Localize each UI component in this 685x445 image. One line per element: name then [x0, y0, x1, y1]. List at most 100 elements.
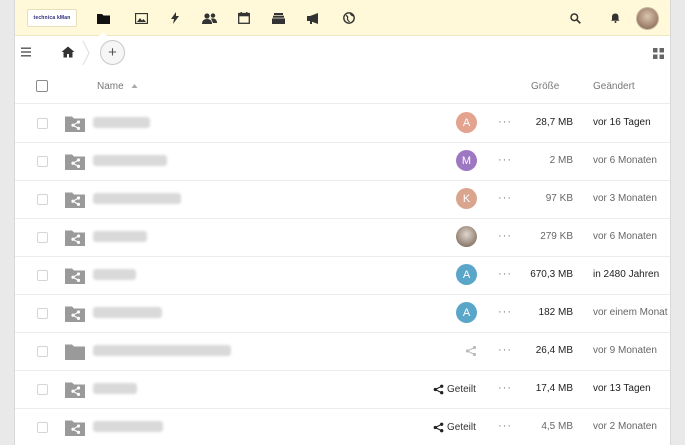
file-row[interactable]: Backend A ··· 670,3 MB in 2480 Jahren [15, 257, 670, 295]
shared-folder-icon [65, 382, 85, 398]
row-checkbox[interactable] [37, 422, 48, 433]
file-size: 97 KB [545, 193, 573, 204]
more-actions-button[interactable]: ··· [495, 305, 515, 319]
deck-icon[interactable] [269, 10, 287, 26]
file-name[interactable]: Briefe 2020 [93, 231, 148, 242]
folder-icon[interactable] [94, 10, 112, 36]
row-checkbox[interactable] [37, 232, 48, 243]
notifications-bell-icon[interactable] [606, 10, 624, 26]
file-name[interactable]: BWI 2020-05-30 [93, 155, 167, 166]
share-icon [433, 384, 444, 394]
row-checkbox[interactable] [37, 118, 48, 129]
home-icon[interactable] [61, 46, 75, 58]
share-owner-avatar[interactable] [456, 226, 477, 247]
contacts-icon[interactable] [200, 10, 218, 26]
row-checkbox[interactable] [37, 308, 48, 319]
search-icon[interactable] [566, 10, 584, 26]
more-actions-button[interactable]: ··· [495, 229, 515, 243]
file-modified: vor 3 Monaten [593, 193, 657, 204]
more-actions-button[interactable]: ··· [495, 153, 515, 167]
file-size: 28,7 MB [535, 117, 573, 128]
file-row[interactable]: Briefe 2020 ··· 279 KB vor 6 Monaten [15, 219, 670, 257]
file-name[interactable]: Kalender Intern [93, 421, 163, 432]
file-name[interactable]: Kalender [93, 383, 138, 394]
row-checkbox[interactable] [37, 156, 48, 167]
grid-view-icon[interactable] [653, 48, 664, 59]
calendar-icon[interactable] [235, 10, 253, 26]
sort-ascending-icon [131, 84, 138, 88]
files-window: technica kMan + Name Größe Geändert A ··… [14, 0, 671, 445]
user-avatar[interactable] [636, 7, 659, 30]
activity-icon[interactable] [166, 10, 184, 26]
column-name-label: Name [97, 81, 124, 92]
folder-icon [65, 344, 85, 360]
more-actions-button[interactable]: ··· [495, 381, 515, 395]
more-actions-button[interactable]: ··· [495, 267, 515, 281]
file-row[interactable]: Kalender Geteilt ··· 17,4 MB vor 13 Tagen [15, 371, 670, 409]
shared-folder-icon [65, 116, 85, 132]
shared-folder-icon [65, 268, 85, 284]
shared-label: Geteilt [447, 421, 476, 433]
file-name[interactable]: Backend Anhang Angebot Briefe [93, 345, 231, 356]
file-list-header: Name Größe Geändert [15, 69, 670, 104]
file-modified: vor 16 Tagen [593, 117, 651, 128]
file-name[interactable]: Backend Intern [93, 307, 162, 318]
file-size: 26,4 MB [535, 345, 573, 356]
file-row[interactable]: FL Urlaubsübersicht K ··· 97 KB vor 3 Monate… [15, 181, 670, 219]
select-all-checkbox[interactable] [36, 80, 48, 92]
column-size-header[interactable]: Größe [531, 69, 559, 104]
file-size: 2 MB [549, 155, 573, 166]
announcement-icon[interactable] [305, 10, 323, 26]
share-owner-avatar[interactable]: M [456, 150, 477, 171]
shared-folder-icon [65, 306, 85, 322]
file-row[interactable]: BWI 2020-05-30 M ··· 2 MB vor 6 Monaten [15, 143, 670, 181]
more-actions-button[interactable]: ··· [495, 191, 515, 205]
more-actions-button[interactable]: ··· [495, 419, 515, 433]
file-modified: vor 9 Monaten [593, 345, 657, 356]
share-owner-avatar[interactable]: K [456, 188, 477, 209]
shared-folder-icon [65, 192, 85, 208]
share-owner-avatar[interactable]: A [456, 302, 477, 323]
column-name-header[interactable]: Name [97, 69, 138, 104]
row-checkbox[interactable] [37, 194, 48, 205]
file-row[interactable]: AG_MIZ_17 A ··· 28,7 MB vor 16 Tagen [15, 105, 670, 143]
file-modified: in 2480 Jahren [593, 269, 660, 280]
more-actions-button[interactable]: ··· [495, 343, 515, 357]
share-owner-avatar[interactable]: A [456, 264, 477, 285]
file-size: 17,4 MB [535, 383, 573, 394]
shared-folder-icon [65, 154, 85, 170]
file-modified: vor 6 Monaten [593, 155, 657, 166]
share-icon[interactable] [465, 345, 477, 357]
breadcrumb-separator-icon [82, 40, 90, 66]
files-controls-bar: + [15, 37, 670, 69]
shared-label: Geteilt [447, 383, 476, 395]
top-header: technica kMan [15, 0, 670, 36]
new-button[interactable]: + [100, 40, 125, 65]
file-row[interactable]: Kalender Intern Geteilt ··· 4,5 MB vor 2 Mon… [15, 409, 670, 445]
shared-status-button[interactable]: Geteilt [433, 381, 476, 397]
file-modified: vor 2 Monaten [593, 421, 657, 432]
row-checkbox[interactable] [37, 384, 48, 395]
shared-folder-icon [65, 230, 85, 246]
shared-folder-icon [65, 420, 85, 436]
globe-icon[interactable] [340, 10, 358, 26]
file-size: 4,5 MB [541, 421, 573, 432]
file-row[interactable]: Backend Anhang Angebot Briefe ··· 26,4 MB v… [15, 333, 670, 371]
file-size: 182 MB [538, 307, 573, 318]
share-icon [433, 422, 444, 432]
share-owner-avatar[interactable]: A [456, 112, 477, 133]
company-logo[interactable]: technica kMan [27, 9, 77, 27]
file-name[interactable]: AG_MIZ_17 [93, 117, 150, 128]
row-checkbox[interactable] [37, 346, 48, 357]
file-size: 670,3 MB [530, 269, 573, 280]
more-actions-button[interactable]: ··· [495, 115, 515, 129]
file-name[interactable]: Backend [93, 269, 137, 280]
image-icon[interactable] [132, 10, 150, 26]
shared-status-button[interactable]: Geteilt [433, 419, 476, 435]
column-modified-header[interactable]: Geändert [593, 69, 635, 104]
file-name[interactable]: FL Urlaubsübersicht [93, 193, 182, 204]
row-checkbox[interactable] [37, 270, 48, 281]
file-row[interactable]: Backend Intern A ··· 182 MB vor einem Monat [15, 295, 670, 333]
menu-toggle-icon[interactable] [21, 46, 33, 58]
file-modified: vor einem Monat [593, 307, 668, 318]
